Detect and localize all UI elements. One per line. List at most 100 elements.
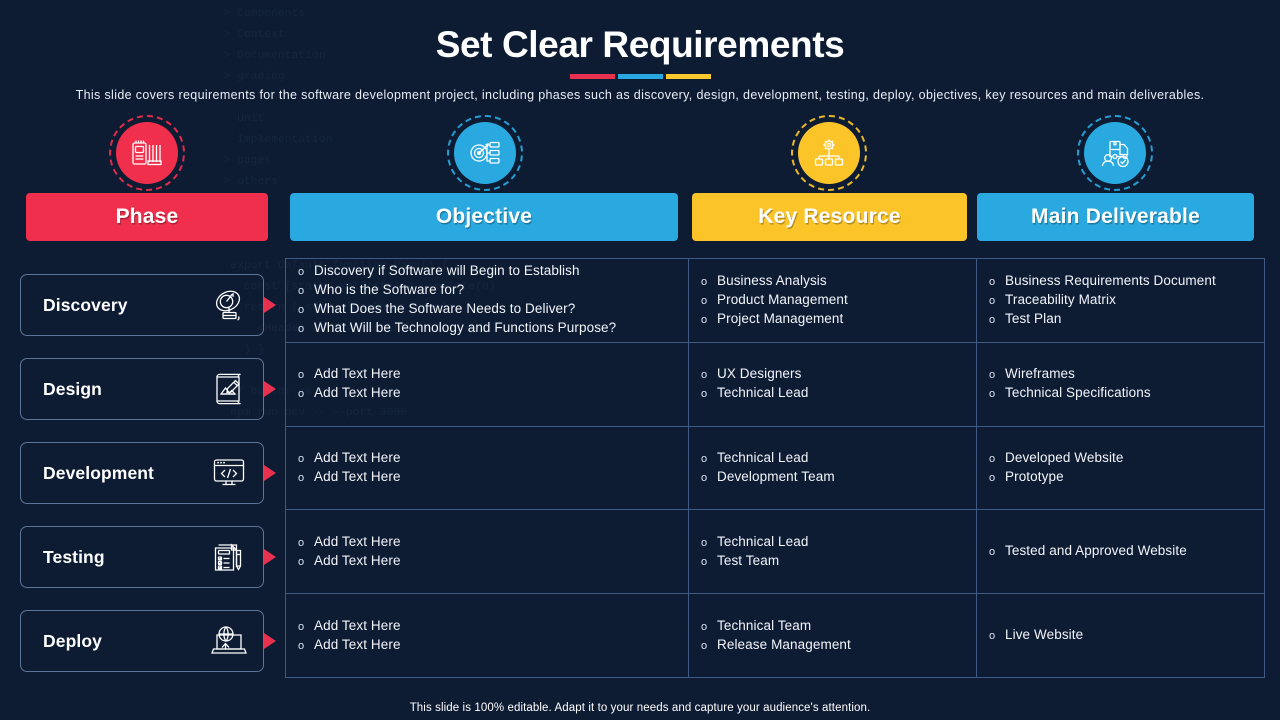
- code-monitor-icon: [209, 453, 255, 493]
- table-cell-main-deliverable[interactable]: o Developed Website o Prototype: [977, 427, 1264, 510]
- phase-arrow-icon: [264, 633, 276, 649]
- bullet-marker-icon: o: [989, 313, 996, 326]
- phase-box-deploy[interactable]: Deploy: [20, 610, 264, 672]
- phase-box-design[interactable]: Design: [20, 358, 264, 420]
- list-item-text: Wireframes: [1005, 366, 1076, 382]
- list-item: o Add Text Here: [298, 552, 678, 571]
- target-flowchart-icon: [447, 115, 523, 191]
- list-item-text: Product Management: [717, 291, 848, 307]
- bullet-marker-icon: o: [298, 555, 305, 568]
- table-cell-key-resource[interactable]: o Technical Lead o Test Team: [689, 510, 977, 594]
- phase-arrow-icon: [264, 549, 276, 565]
- phase-box-testing[interactable]: Testing: [20, 526, 264, 588]
- list-item-text: Test Plan: [1005, 310, 1062, 326]
- table-cell-key-resource[interactable]: o UX Designers o Technical Lead: [689, 342, 977, 426]
- list-item-text: Business Requirements Document: [1005, 272, 1216, 288]
- column-header-del[interactable]: Main Deliverable: [977, 193, 1254, 241]
- table-cell-objective[interactable]: o Add Text Here o Add Text Here: [286, 342, 689, 426]
- list-item: o Tested and Approved Website: [989, 542, 1254, 561]
- list-item: o Technical Lead: [701, 449, 966, 468]
- table-cell-key-resource[interactable]: o Business Analysis o Product Management o Pr…: [689, 259, 977, 342]
- laptop-globe-upload-icon: [209, 621, 255, 661]
- table-cell-objective[interactable]: o Discovery if Software will Begin to Est…: [286, 259, 689, 342]
- column-header-label: Key Resource: [758, 205, 901, 228]
- column-header-label: Phase: [115, 205, 179, 228]
- list-item-text: Business Analysis: [717, 272, 827, 288]
- list-item-text: Technical Specifications: [1005, 385, 1151, 401]
- list-item-text: Release Management: [717, 636, 851, 652]
- phase-label: Deploy: [43, 630, 102, 651]
- divider-segment-2: [617, 74, 663, 79]
- table-cell-main-deliverable[interactable]: o Wireframes o Technical Specifications: [977, 343, 1264, 426]
- column-header-obj[interactable]: Objective: [290, 193, 678, 241]
- bullet-marker-icon: o: [298, 369, 305, 382]
- list-item: o Technical Lead: [701, 533, 966, 552]
- list-item-text: Add Text Here: [314, 385, 401, 401]
- column-header-phase[interactable]: Phase: [26, 193, 268, 241]
- bullet-marker-icon: o: [701, 275, 708, 288]
- list-item: o Technical Lead: [701, 384, 966, 403]
- table-cell-objective[interactable]: o Add Text Here o Add Text Here: [286, 426, 689, 510]
- slide-subtitle: This slide covers requirements for the s…: [75, 88, 1205, 102]
- phase-box-development[interactable]: Development: [20, 442, 264, 504]
- phase-box-discovery[interactable]: Discovery: [20, 274, 264, 336]
- bullet-marker-icon: o: [989, 630, 996, 643]
- bullet-marker-icon: o: [298, 304, 305, 317]
- list-item: o What Does the Software Needs to Deliver…: [298, 300, 678, 319]
- bullet-marker-icon: o: [298, 388, 305, 401]
- column-header-key[interactable]: Key Resource: [692, 193, 967, 241]
- list-item-text: What Will be Technology and Functions Pu…: [314, 320, 617, 336]
- bullet-marker-icon: o: [701, 471, 708, 484]
- table-cell-main-deliverable[interactable]: o Business Requirements Document o Traceabi…: [977, 259, 1264, 342]
- list-item-text: Add Text Here: [314, 636, 401, 652]
- list-item-text: Test Team: [717, 552, 780, 568]
- list-item: o Technical Specifications: [989, 384, 1254, 403]
- list-item: o Add Text Here: [298, 617, 678, 636]
- phase-label: Testing: [43, 546, 105, 567]
- bullet-marker-icon: o: [298, 639, 305, 652]
- list-item: o Test Plan: [989, 310, 1254, 329]
- phase-arrow-icon: [264, 465, 276, 481]
- bullet-marker-icon: o: [701, 294, 708, 307]
- list-item: o Add Text Here: [298, 365, 678, 384]
- bullet-marker-icon: o: [298, 536, 305, 549]
- list-item-text: Development Team: [717, 468, 835, 484]
- bullet-marker-icon: o: [701, 452, 708, 465]
- divider-segment-3: [665, 74, 711, 79]
- list-item: o What Will be Technology and Functions P…: [298, 319, 678, 338]
- list-item-text: Add Text Here: [314, 449, 401, 465]
- bullet-marker-icon: o: [989, 546, 996, 559]
- list-item: o Who is the Software for?: [298, 281, 678, 300]
- table-cell-main-deliverable[interactable]: o Live Website: [977, 594, 1264, 677]
- table-cell-objective[interactable]: o Add Text Here o Add Text Here: [286, 510, 689, 594]
- list-item-text: Technical Lead: [717, 533, 809, 549]
- table-cell-main-deliverable[interactable]: o Tested and Approved Website: [977, 510, 1264, 593]
- table-cell-objective[interactable]: o Add Text Here o Add Text Here: [286, 594, 689, 677]
- bullet-marker-icon: o: [989, 471, 996, 484]
- bullet-marker-icon: o: [989, 275, 996, 288]
- bullet-marker-icon: o: [701, 639, 708, 652]
- column-header-label: Main Deliverable: [1031, 205, 1200, 228]
- list-item: o Project Management: [701, 310, 966, 329]
- list-item: o Release Management: [701, 636, 966, 655]
- list-item-text: Add Text Here: [314, 617, 401, 633]
- bullet-marker-icon: o: [989, 452, 996, 465]
- list-item: o Discovery if Software will Begin to Est…: [298, 262, 678, 281]
- requirements-table: o Discovery if Software will Begin to Est…: [285, 258, 1265, 678]
- delivery-truck-check-icon: [1077, 115, 1153, 191]
- bullet-marker-icon: o: [298, 620, 305, 633]
- table-cell-key-resource[interactable]: o Technical Team o Release Management: [689, 594, 977, 677]
- list-item: o Test Team: [701, 552, 966, 571]
- footer-note: This slide is 100% editable. Adapt it to…: [409, 702, 871, 714]
- bullet-marker-icon: o: [989, 294, 996, 307]
- list-item: o Live Website: [989, 626, 1254, 645]
- bullet-marker-icon: o: [989, 388, 996, 401]
- list-item-text: UX Designers: [717, 366, 802, 382]
- bullet-marker-icon: o: [701, 536, 708, 549]
- table-row: o Discovery if Software will Begin to Est…: [286, 259, 1264, 343]
- list-item: o Development Team: [701, 468, 966, 487]
- bullet-marker-icon: o: [701, 388, 708, 401]
- list-item-text: Prototype: [1005, 468, 1064, 484]
- table-cell-key-resource[interactable]: o Technical Lead o Development Team: [689, 426, 977, 510]
- divider-segment-1: [569, 74, 615, 79]
